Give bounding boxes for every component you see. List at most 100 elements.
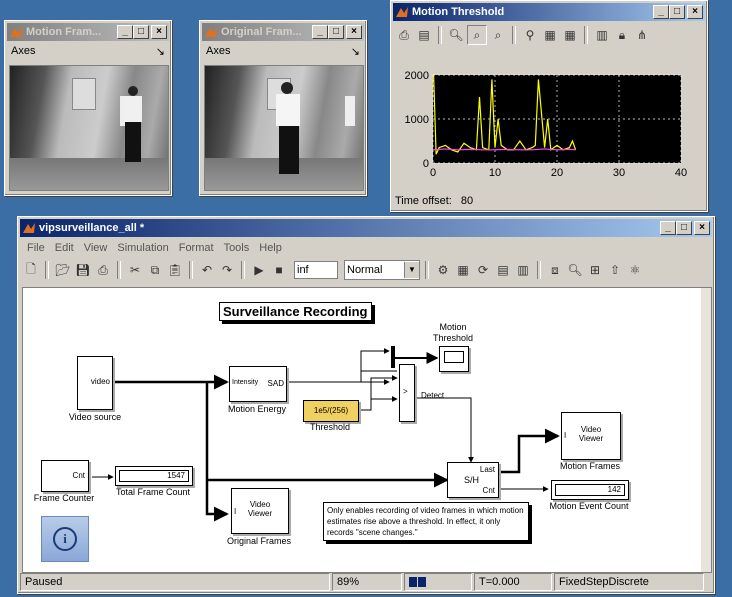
threshold-constant-block[interactable]: 1e5/(256): [303, 400, 359, 422]
info-button[interactable]: i: [41, 516, 89, 562]
motion-threshold-window: Motion Threshold _ □ × ⎙ ▤ 🔍︎ ⌕ ⌕ ⚲ ▦ ▦ …: [390, 0, 708, 212]
start-simulation-icon[interactable]: ▶: [250, 261, 268, 279]
axes-bar[interactable]: Axes ↘: [200, 43, 366, 59]
copy-icon[interactable]: ⧉: [146, 261, 164, 279]
restore-axes-icon[interactable]: ▦: [561, 26, 579, 44]
parameters-icon[interactable]: ▤: [415, 26, 433, 44]
close-button[interactable]: ×: [151, 25, 167, 39]
minimize-button[interactable]: _: [660, 221, 676, 235]
minimize-button[interactable]: _: [653, 5, 669, 19]
print-icon[interactable]: ⎙: [395, 26, 413, 44]
zoom-x-icon[interactable]: ⌕: [467, 25, 487, 45]
cut-icon[interactable]: ✂: [126, 261, 144, 279]
motion-frames-titlebar[interactable]: Motion Fram... _ □ ×: [7, 23, 169, 41]
sample-hold-bot: Cnt: [482, 486, 495, 495]
y-tick-label: 2000: [405, 70, 429, 82]
annotation-note: Only enables recording of video frames i…: [323, 502, 529, 541]
frame-counter-port: Cnt: [72, 471, 85, 480]
sample-hold-block[interactable]: Last S/H Cnt: [447, 462, 499, 498]
event-count-value: 142: [555, 484, 625, 496]
close-button[interactable]: ×: [346, 25, 362, 39]
zoom-in-icon[interactable]: 🔍︎: [447, 26, 465, 44]
maximize-button[interactable]: □: [328, 25, 344, 39]
go-to-parent-icon[interactable]: ⇧: [606, 261, 624, 279]
menu-tools[interactable]: Tools: [219, 242, 255, 254]
dock-arrow-icon[interactable]: ↘: [351, 45, 360, 58]
menu-format[interactable]: Format: [174, 242, 219, 254]
motion-threshold-scope-block[interactable]: [439, 346, 469, 372]
motion-viewer-block[interactable]: I Video Viewer: [561, 412, 621, 460]
build-icon[interactable]: ⚙: [434, 261, 452, 279]
model-explorer-icon[interactable]: ▥: [514, 261, 532, 279]
close-button[interactable]: ×: [694, 221, 710, 235]
stop-time-input[interactable]: [294, 261, 338, 279]
diagram-canvas[interactable]: Surveillance Recording video Video sourc…: [22, 287, 712, 573]
detect-label: Detect: [421, 391, 445, 400]
chevron-down-icon[interactable]: ▼: [404, 262, 419, 278]
status-time: T=0.000: [474, 573, 552, 591]
compare-symbol: >: [403, 387, 408, 396]
sample-hold-mid: S/H: [464, 475, 480, 485]
signal-selector-icon[interactable]: ⋔: [633, 26, 651, 44]
status-bar: Paused 89% T=0.000 FixedStepDiscrete: [20, 573, 712, 591]
autoscale-icon[interactable]: ⚲: [521, 26, 539, 44]
menu-simulation[interactable]: Simulation: [112, 242, 173, 254]
hierarchy-icon[interactable]: ⊞: [586, 261, 604, 279]
time-offset: Time offset: 80: [395, 195, 473, 207]
compare-block[interactable]: >: [399, 364, 415, 422]
motion-threshold-titlebar[interactable]: Motion Threshold _ □ ×: [393, 3, 705, 21]
total-frame-count-value: 1547: [119, 470, 189, 482]
paste-icon[interactable]: 📋︎: [166, 261, 184, 279]
menu-help[interactable]: Help: [254, 242, 287, 254]
video-source-block[interactable]: video: [77, 356, 113, 410]
undo-icon[interactable]: ↶: [198, 261, 216, 279]
maximize-button[interactable]: □: [676, 221, 692, 235]
zoom-y-icon[interactable]: ⌕: [489, 26, 507, 44]
time-offset-value: 80: [460, 195, 474, 207]
print-icon[interactable]: ⎙: [94, 261, 112, 279]
save-axes-icon[interactable]: ▦: [541, 26, 559, 44]
matlab-logo-icon: [10, 27, 22, 37]
matlab-logo-icon: [205, 27, 217, 37]
event-count-display[interactable]: 142: [551, 480, 629, 500]
original-viewer-block[interactable]: I Video Viewer: [231, 488, 289, 534]
total-frame-count-display[interactable]: 1547: [115, 466, 193, 486]
open-icon[interactable]: 📂︎: [54, 261, 72, 279]
simulation-mode-select[interactable]: Normal ▼: [344, 260, 420, 280]
original-frames-titlebar[interactable]: Original Fram... _ □ ×: [202, 23, 364, 41]
threshold-chart: 0 10 20 30 40 0 1000 2000: [405, 70, 688, 179]
new-icon[interactable]: 🗋︎: [22, 261, 40, 279]
update-diagram-icon[interactable]: ▦: [454, 261, 472, 279]
lock-icon[interactable]: 🔒︎: [613, 26, 631, 44]
diagram-title: Surveillance Recording: [219, 302, 372, 321]
frame-counter-block[interactable]: Cnt: [41, 460, 89, 492]
maximize-button[interactable]: □: [133, 25, 149, 39]
menu-file[interactable]: File: [22, 242, 50, 254]
toggle-icon[interactable]: ⚛: [626, 261, 644, 279]
minimize-button[interactable]: _: [117, 25, 133, 39]
motion-frames-title: Motion Fram...: [26, 26, 102, 38]
minimize-button[interactable]: _: [312, 25, 328, 39]
vertical-scrollbar[interactable]: [701, 288, 711, 572]
save-icon[interactable]: 💾︎: [74, 261, 92, 279]
motion-energy-block[interactable]: Intensity SAD: [229, 366, 287, 402]
stop-simulation-icon[interactable]: ■: [270, 261, 288, 279]
library-browser-icon[interactable]: ▤: [494, 261, 512, 279]
menu-view[interactable]: View: [79, 242, 113, 254]
maximize-button[interactable]: □: [669, 5, 685, 19]
axes-bar[interactable]: Axes ↘: [5, 43, 171, 59]
menu-edit[interactable]: Edit: [50, 242, 79, 254]
video-source-port: video: [90, 377, 110, 386]
dock-arrow-icon[interactable]: ↘: [156, 45, 165, 58]
status-solver: FixedStepDiscrete: [554, 573, 704, 591]
refresh-icon[interactable]: ⟳: [474, 261, 492, 279]
motion-threshold-scope-label-1: Motion: [439, 322, 467, 332]
floating-scope-icon[interactable]: ▥: [593, 26, 611, 44]
model-titlebar[interactable]: vipsurveillance_all * _ □ ×: [20, 219, 712, 237]
debugger-icon[interactable]: ⧈: [546, 261, 564, 279]
find-icon[interactable]: 🔍︎: [566, 261, 584, 279]
close-button[interactable]: ×: [687, 5, 703, 19]
original-frames-title: Original Fram...: [221, 26, 302, 38]
redo-icon[interactable]: ↷: [218, 261, 236, 279]
threshold-label: Threshold: [309, 422, 351, 432]
